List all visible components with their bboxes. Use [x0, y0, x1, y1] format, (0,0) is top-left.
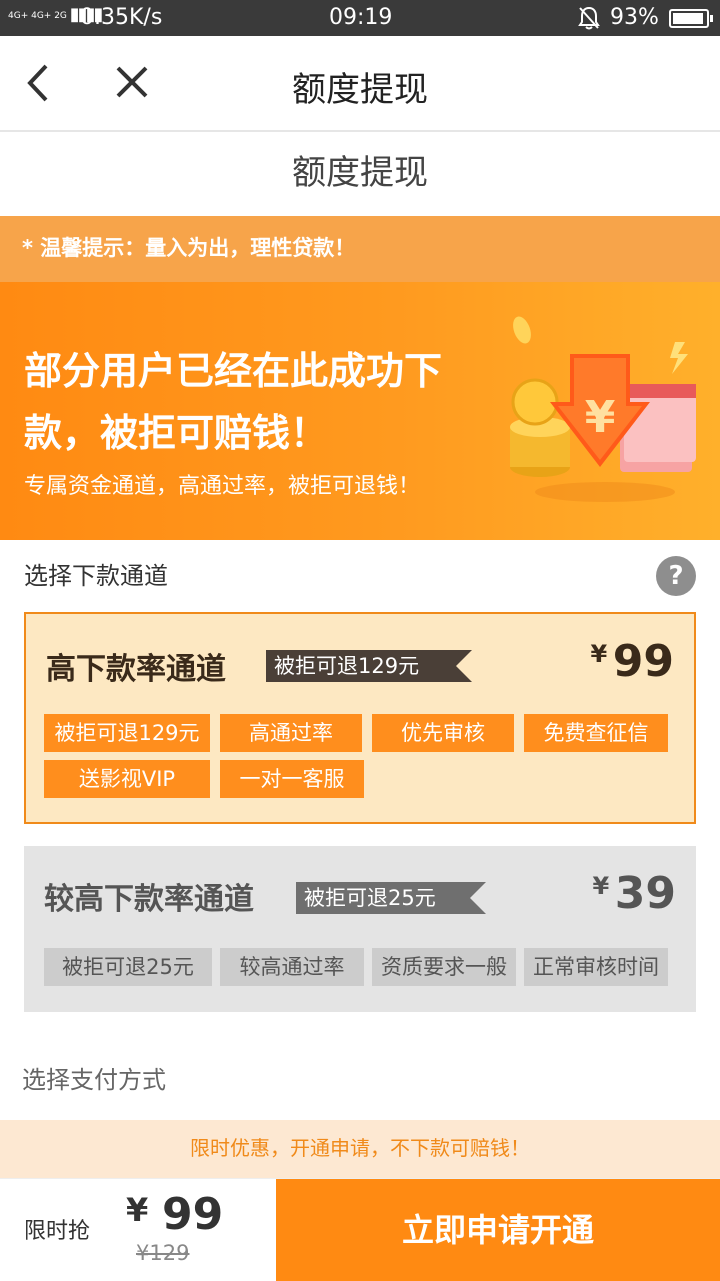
refund-flag: 被拒可退25元: [296, 882, 486, 914]
tip-bar: * 温馨提示：量入为出，理性贷款！: [0, 216, 720, 282]
svg-text:¥: ¥: [585, 392, 616, 443]
channel-price: ¥ 99: [590, 636, 674, 687]
footer-price: 99: [162, 1189, 224, 1240]
banner-headline: 部分用户已经在此成功下款，被拒可赔钱！: [24, 349, 443, 455]
flash-sale-label: 限时抢: [24, 1219, 91, 1244]
feature-tag: 被拒可退129元: [44, 714, 210, 752]
checkout-footer: 限时抢 ¥ 99 ¥129 立即申请开通: [0, 1178, 720, 1281]
refund-flag: 被拒可退129元: [266, 650, 472, 682]
original-price: ¥129: [136, 1241, 190, 1265]
feature-tag: 免费查征信: [524, 714, 668, 752]
status-bar: 4G+ 4G+ 2G ▮▮▮▮ 0.35K/s 09:19 93%: [0, 0, 720, 36]
channel-option-high[interactable]: 高下款率通道 被拒可退129元 ¥ 99 被拒可退129元 高通过率 优先审核 …: [24, 612, 696, 824]
currency-symbol: ¥: [592, 872, 610, 900]
footer-currency: ¥: [126, 1191, 149, 1229]
feature-tag: 一对一客服: [220, 760, 364, 798]
help-button[interactable]: ?: [656, 556, 696, 596]
nav-bar: 额度提现: [0, 36, 720, 132]
channel-name: 较高下款率通道: [44, 882, 254, 917]
price-value: 99: [612, 636, 674, 687]
feature-tag: 较高通过率: [220, 948, 364, 986]
banner-subline: 专属资金通道，高通过率，被拒可退钱！: [24, 474, 421, 499]
bell-mute-icon: [578, 6, 600, 35]
section-title-payment: 选择支付方式: [22, 1066, 166, 1094]
network-speed: 0.35K/s: [80, 5, 163, 30]
promo-banner: 部分用户已经在此成功下款，被拒可赔钱！ 专属资金通道，高通过率，被拒可退钱！ ¥: [0, 282, 720, 540]
page-title: 额度提现: [0, 134, 720, 216]
channel-price: ¥ 39: [592, 868, 676, 919]
section-title-channel: 选择下款通道: [24, 562, 168, 590]
money-illustration-icon: ¥: [510, 316, 696, 502]
price-value: 39: [614, 868, 676, 919]
feature-tag: 资质要求一般: [372, 948, 516, 986]
nav-title: 额度提现: [292, 70, 428, 110]
battery-icon: [669, 9, 713, 28]
feature-tag: 送影视VIP: [44, 760, 210, 798]
currency-symbol: ¥: [590, 640, 608, 668]
feature-tag: 被拒可退25元: [44, 948, 212, 986]
question-icon: ?: [668, 561, 684, 591]
battery-percent: 93%: [610, 5, 659, 30]
signal-text: 4G+ 4G+ 2G: [8, 11, 67, 21]
promo-strip: 限时优惠，开通申请，不下款可赔钱！: [0, 1120, 720, 1178]
apply-button[interactable]: 立即申请开通: [276, 1179, 720, 1281]
feature-tag: 正常审核时间: [524, 948, 668, 986]
clock: 09:19: [329, 5, 393, 30]
feature-tag: 高通过率: [220, 714, 362, 752]
channel-name: 高下款率通道: [46, 652, 226, 687]
channel-option-medium[interactable]: 较高下款率通道 被拒可退25元 ¥ 39 被拒可退25元 较高通过率 资质要求一…: [24, 846, 696, 1012]
feature-tag: 优先审核: [372, 714, 514, 752]
